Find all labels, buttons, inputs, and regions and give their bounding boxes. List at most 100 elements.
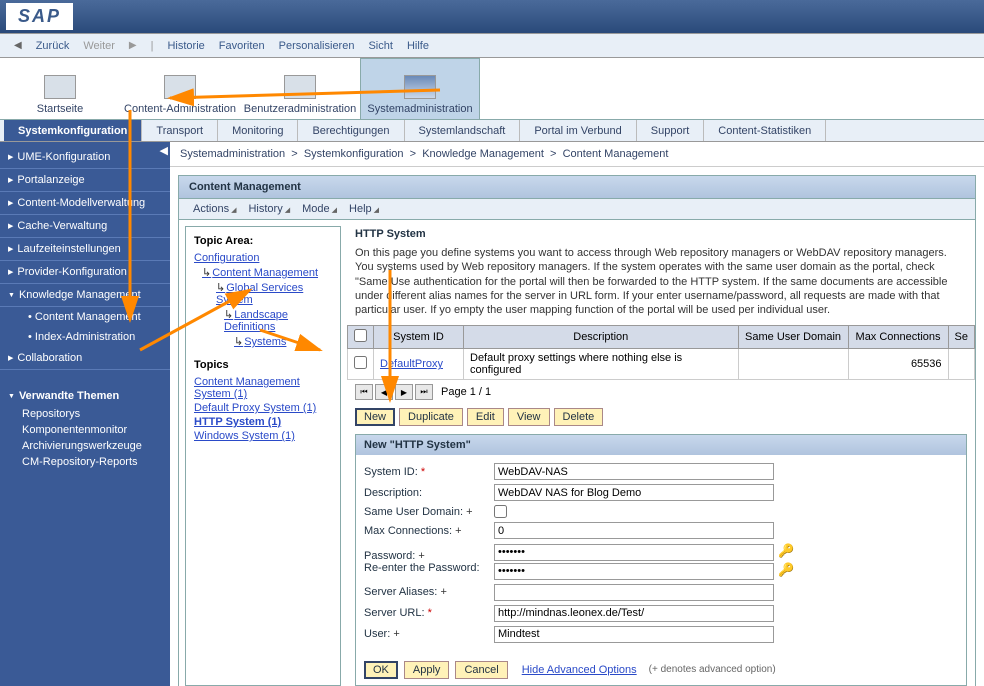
- topic-http-system[interactable]: HTTP System (1): [194, 415, 332, 429]
- help-menu[interactable]: Hilfe: [401, 40, 435, 52]
- input-password-repeat[interactable]: [494, 563, 774, 580]
- new-button[interactable]: New: [355, 408, 395, 426]
- nav-cm[interactable]: Content Management: [0, 307, 170, 327]
- ok-button[interactable]: OK: [364, 661, 398, 679]
- page-first[interactable]: ⏮: [355, 384, 373, 400]
- cell-description: Default proxy settings where nothing els…: [464, 349, 739, 380]
- row-checkbox[interactable]: [354, 356, 367, 369]
- nav-content-model[interactable]: Content-Modellverwaltung: [0, 192, 170, 215]
- cell-system-id[interactable]: DefaultProxy: [374, 349, 464, 380]
- label-server-url: Server URL: *: [364, 607, 494, 619]
- input-user[interactable]: [494, 626, 774, 643]
- table-row[interactable]: DefaultProxy Default proxy settings wher…: [348, 349, 975, 380]
- menu-help[interactable]: Help: [345, 203, 383, 215]
- tab-user-admin[interactable]: Benutzeradministration: [240, 58, 360, 119]
- page-info: Page 1 / 1: [441, 386, 491, 398]
- page-next[interactable]: ▶: [395, 384, 413, 400]
- topic-config[interactable]: Configuration: [194, 251, 332, 265]
- http-system-desc: On this page you define systems you want…: [347, 242, 975, 321]
- apply-button[interactable]: Apply: [404, 661, 450, 679]
- subtab-support[interactable]: Support: [637, 120, 705, 141]
- topic-gss[interactable]: Global Services System: [194, 280, 332, 307]
- folder-icon: [284, 75, 316, 99]
- history-menu[interactable]: Historie: [161, 40, 210, 52]
- label-password: Password: + Re-enter the Password:: [364, 550, 494, 574]
- col-se[interactable]: Se: [948, 326, 974, 349]
- input-system-id[interactable]: [494, 463, 774, 480]
- personalize-menu[interactable]: Personalisieren: [273, 40, 361, 52]
- folder-icon: [164, 75, 196, 99]
- nav-cm-reports[interactable]: CM-Repository-Reports: [0, 454, 170, 470]
- topic-systems[interactable]: Systems: [194, 334, 332, 349]
- view-menu[interactable]: Sicht: [362, 40, 398, 52]
- topic-dps[interactable]: Default Proxy System (1): [194, 401, 332, 415]
- input-password[interactable]: [494, 544, 774, 561]
- input-description[interactable]: [494, 484, 774, 501]
- topic-landscape[interactable]: Landscape Definitions: [194, 307, 332, 334]
- forward-arrow-icon: ▶: [123, 40, 143, 51]
- select-all-checkbox[interactable]: [354, 329, 367, 342]
- subtab-berechtigungen[interactable]: Berechtigungen: [298, 120, 404, 141]
- col-same-user[interactable]: Same User Domain: [738, 326, 848, 349]
- nav-provider[interactable]: Provider-Konfiguration: [0, 261, 170, 284]
- input-server-url[interactable]: [494, 605, 774, 622]
- nav-repos[interactable]: Repositorys: [0, 406, 170, 422]
- main-tabs: Startseite Content-Administration Benutz…: [0, 58, 984, 120]
- subtab-systemkonfiguration[interactable]: Systemkonfiguration: [4, 120, 142, 141]
- delete-button[interactable]: Delete: [554, 408, 604, 426]
- nav-runtime[interactable]: Laufzeiteinstellungen: [0, 238, 170, 261]
- key-icon: 🔑: [778, 562, 794, 577]
- nav-ume[interactable]: UME-Konfiguration: [0, 146, 170, 169]
- hide-advanced-link[interactable]: Hide Advanced Options: [522, 664, 637, 676]
- subtab-portal-verbund[interactable]: Portal im Verbund: [520, 120, 636, 141]
- input-aliases[interactable]: [494, 584, 774, 601]
- nav-comp-mon[interactable]: Komponentenmonitor: [0, 422, 170, 438]
- menu-mode[interactable]: Mode: [298, 203, 341, 215]
- label-aliases: Server Aliases: +: [364, 586, 494, 598]
- crumb-syskonfig[interactable]: Systemkonfiguration: [304, 148, 404, 160]
- topic-cm[interactable]: Content Management: [194, 265, 332, 280]
- page-last[interactable]: ⏭: [415, 384, 433, 400]
- nav-cache[interactable]: Cache-Verwaltung: [0, 215, 170, 238]
- crumb-sysadmin[interactable]: Systemadministration: [180, 148, 285, 160]
- topic-panel: Topic Area: Configuration Content Manage…: [185, 226, 341, 686]
- crumb-km[interactable]: Knowledge Management: [422, 148, 544, 160]
- back-arrow-icon[interactable]: ◀: [8, 40, 28, 51]
- nav-km[interactable]: Knowledge Management: [0, 284, 170, 307]
- subtab-systemlandschaft[interactable]: Systemlandschaft: [405, 120, 521, 141]
- input-max-conn[interactable]: [494, 522, 774, 539]
- tab-content-admin[interactable]: Content-Administration: [120, 58, 240, 119]
- page-prev[interactable]: ◀: [375, 384, 393, 400]
- view-button[interactable]: View: [508, 408, 550, 426]
- duplicate-button[interactable]: Duplicate: [399, 408, 463, 426]
- systems-table: System ID Description Same User Domain M…: [347, 325, 975, 380]
- tab-system-admin[interactable]: Systemadministration: [360, 58, 480, 119]
- subtab-content-statistiken[interactable]: Content-Statistiken: [704, 120, 826, 141]
- crumb-cm[interactable]: Content Management: [563, 148, 669, 160]
- edit-button[interactable]: Edit: [467, 408, 504, 426]
- form-header: New "HTTP System": [356, 435, 966, 455]
- pager: ⏮ ◀ ▶ ⏭ Page 1 / 1: [347, 380, 975, 404]
- label-max-conn: Max Connections: +: [364, 525, 494, 537]
- nav-arch-tools[interactable]: Archivierungswerkzeuge: [0, 438, 170, 454]
- topic-windows-system[interactable]: Windows System (1): [194, 429, 332, 443]
- menu-actions[interactable]: Actions: [189, 203, 240, 215]
- col-max-conn[interactable]: Max Connections: [848, 326, 948, 349]
- nav-index-admin[interactable]: Index-Administration: [0, 327, 170, 347]
- checkbox-same-user[interactable]: [494, 505, 507, 518]
- subtab-transport[interactable]: Transport: [142, 120, 218, 141]
- folder-icon: [44, 75, 76, 99]
- cancel-button[interactable]: Cancel: [455, 661, 507, 679]
- menu-history[interactable]: History: [244, 203, 294, 215]
- col-description[interactable]: Description: [464, 326, 739, 349]
- nav-portal[interactable]: Portalanzeige: [0, 169, 170, 192]
- topic-cms[interactable]: Content Management System (1): [194, 375, 332, 401]
- back-link[interactable]: Zurück: [30, 40, 76, 52]
- subtab-monitoring[interactable]: Monitoring: [218, 120, 298, 141]
- tab-startseite[interactable]: Startseite: [0, 58, 120, 119]
- nav-related-title[interactable]: Verwandte Themen: [0, 382, 170, 406]
- nav-collab[interactable]: Collaboration: [0, 347, 170, 370]
- favorites-menu[interactable]: Favoriten: [213, 40, 271, 52]
- col-system-id[interactable]: System ID: [374, 326, 464, 349]
- collapse-nav-icon[interactable]: ◀: [160, 144, 168, 157]
